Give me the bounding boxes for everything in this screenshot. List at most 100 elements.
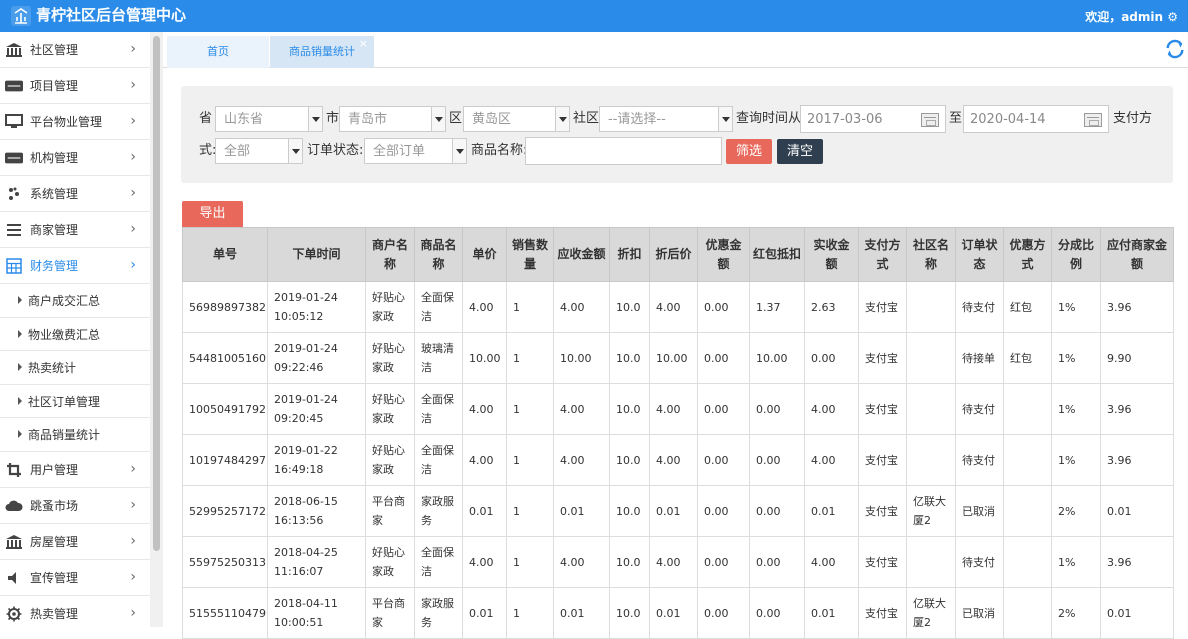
table-row[interactable]: 10050491792 2019-01-24 09:20:45 好贴心家政 全面保洁 4… [182,383,1174,435]
product-name-input[interactable] [525,137,722,165]
table-cell: 0.00 [749,485,805,537]
table-cell: 10.0 [609,485,650,537]
table-cell: 4.00 [649,536,698,588]
pay-method-select[interactable]: 全部 [215,138,303,164]
table-cell: 4.00 [553,281,610,333]
sidebar-subitem-1[interactable]: 物业缴费汇总 [0,317,150,351]
table-row[interactable]: 56989897382 2019-01-24 10:05:12 好贴心家政 全面保洁 4… [182,281,1174,333]
city-select[interactable]: 青岛市 [339,106,446,132]
pay-method-select-value: 全部 [224,144,251,159]
sidebar-item-5[interactable]: 商家管理 › [0,212,150,248]
calendar-icon[interactable] [1084,113,1102,127]
sidebar-item-4[interactable]: 系统管理 › [0,176,150,212]
menu-lines-icon [5,222,23,238]
table-cell: 0.00 [804,332,859,384]
table-row[interactable]: 52995257172 2018-06-15 16:13:56 平台商家 家政服务 0.… [182,485,1174,537]
sidebar-scrollbar-thumb[interactable] [153,36,160,551]
filter-button[interactable]: 筛选 [726,139,772,164]
province-select[interactable]: 山东省 [215,106,323,132]
sidebar-item-label: 平台物业管理 [30,115,103,129]
order-status-select[interactable]: 全部订单 [364,138,467,164]
tab-home[interactable]: 首页 [167,36,269,68]
sidebar-item-1[interactable]: 项目管理 › [0,68,150,104]
table-row[interactable]: 55975250313 2018-04-25 11:16:07 好贴心家政 全面保洁 4… [182,536,1174,588]
community-select[interactable]: --请选择-- [599,106,733,132]
sidebar-item-9[interactable]: 房屋管理 › [0,523,150,560]
sidebar: 社区管理 › 项目管理 › 平台物业管理 › 机构管理 › 系统管理 › 商家管理 › 财务管理 › 商户成… [0,32,163,627]
sidebar-subitem-0[interactable]: 商户成交汇总 [0,284,150,318]
table-cell: 待支付 [955,434,1004,486]
district-select[interactable]: 黄岛区 [463,106,570,132]
order-status-select-value: 全部订单 [373,144,426,159]
sidebar-item-7[interactable]: 用户管理 › [0,451,150,488]
table-cell: 0.00 [749,383,805,435]
table-cell [1003,485,1052,537]
table-cell: 1 [506,485,554,537]
table-cell: 1% [1051,536,1101,588]
table-cell: 2% [1051,485,1101,537]
refresh-icon[interactable] [1164,38,1186,60]
sidebar-item-label: 宣传管理 [30,570,79,585]
sidebar-item-label: 房屋管理 [30,534,79,549]
sidebar-item-3[interactable]: 机构管理 › [0,140,150,176]
sidebar-item-6[interactable]: 财务管理 › [0,248,150,284]
chevron-down-icon [718,107,732,131]
table-cell: 全面保洁 [414,281,463,333]
sidebar-subitem-3[interactable]: 社区订单管理 [0,384,150,418]
clear-button[interactable]: 清空 [777,139,823,164]
tab-home-label: 首页 [207,45,229,58]
table-cell: 1 [506,587,554,639]
order-status-label: 订单状态: [307,143,364,158]
table-row[interactable]: 54481005160 2019-01-24 09:22:46 好贴心家政 玻璃清洁 1… [182,332,1174,384]
table-cell: 1 [506,536,554,588]
tab-product-sales[interactable]: 商品销量统计 × [270,36,374,68]
chevron-down-icon [555,107,569,131]
monitor-icon [5,114,23,130]
table-cell: 1% [1051,434,1101,486]
sidebar-item-label: 财务管理 [30,259,79,273]
column-header: 应付商家金额 [1100,227,1174,282]
chevron-right-icon: › [130,532,136,549]
table-cell: 10050491792 [182,383,268,435]
table-cell: 支付宝 [858,281,907,333]
table-cell [1003,587,1052,639]
close-icon[interactable]: × [359,28,368,60]
sidebar-item-11[interactable]: 热卖管理 › [0,595,150,627]
date-from-input[interactable]: 2017-03-06 [800,105,946,133]
table-row[interactable]: 10197484297 2019-01-22 16:49:18 好贴心家政 全面保洁 4… [182,434,1174,486]
bank-icon [5,42,23,58]
slack-icon [5,186,23,202]
table-cell: 3.96 [1100,434,1174,486]
sidebar-subitem-label: 物业缴费汇总 [28,327,101,342]
table-cell [906,383,956,435]
date-to-input[interactable]: 2020-04-14 [963,105,1109,133]
table-cell: 3.96 [1100,536,1174,588]
table-cell: 红包 [1003,281,1052,333]
export-button[interactable]: 导出 [182,201,243,227]
table-cell: 1.37 [749,281,805,333]
table-row[interactable]: 51555110479 2018-04-11 10:00:51 平台商家 家政服务 0.… [182,587,1174,639]
table-cell: 家政服务 [414,587,463,639]
sidebar-item-10[interactable]: 宣传管理 › [0,559,150,596]
table-cell: 支付宝 [858,434,907,486]
table-cell: 支付宝 [858,383,907,435]
table-cell: 待支付 [955,281,1004,333]
welcome-user-menu[interactable]: 欢迎，admin ⚙ [1085,8,1178,25]
caret-right-icon [18,430,22,438]
sidebar-subitem-2[interactable]: 热卖统计 [0,351,150,385]
table-cell: 3.96 [1100,281,1174,333]
table-cell: 10.00 [462,332,507,384]
table-cell: 4.00 [462,434,507,486]
calendar-icon[interactable] [921,113,939,127]
chevron-down-icon [452,139,466,163]
table-cell [906,281,956,333]
sidebar-subitem-4[interactable]: 商品销量统计 [0,418,150,452]
table-cell: 0.01 [649,587,698,639]
table-cell: 0.01 [462,485,507,537]
sidebar-item-2[interactable]: 平台物业管理 › [0,104,150,140]
table-cell: 2019-01-24 10:05:12 [267,281,366,333]
table-cell [1003,383,1052,435]
table-cell: 10.0 [609,536,650,588]
sidebar-item-8[interactable]: 跳蚤市场 › [0,487,150,524]
sidebar-item-0[interactable]: 社区管理 › [0,32,150,68]
